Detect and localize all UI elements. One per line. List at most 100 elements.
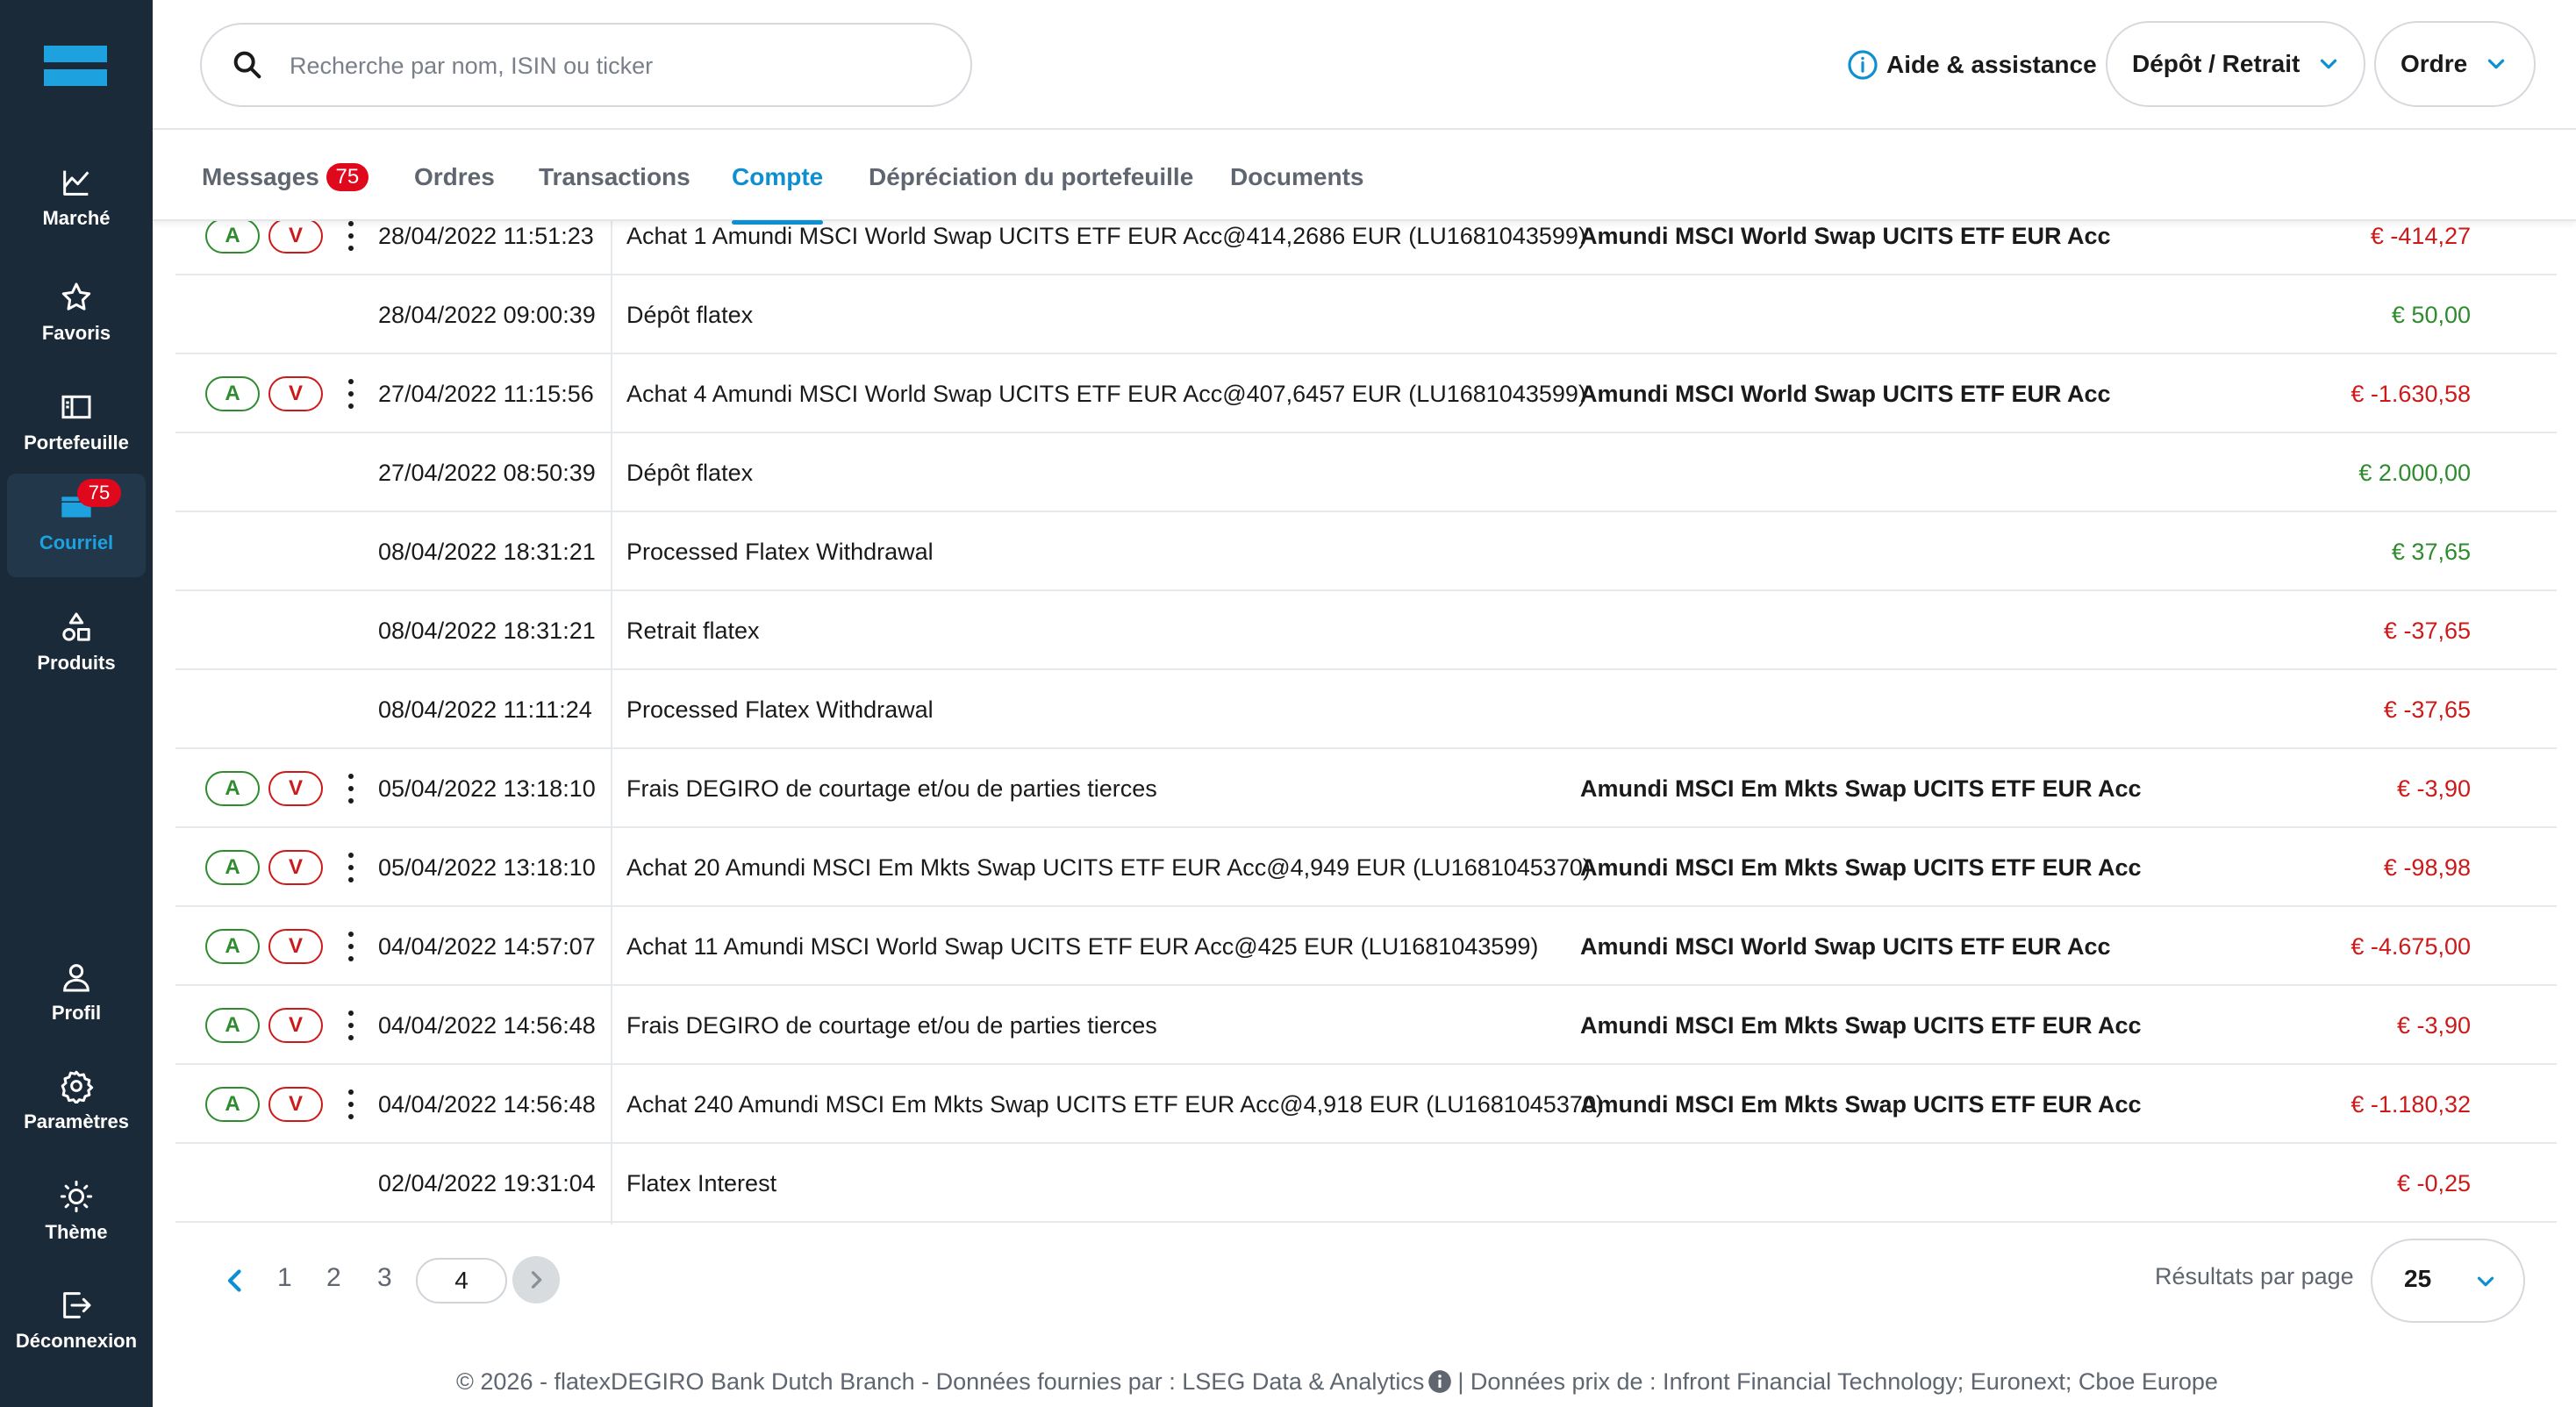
sidebar-item-theme[interactable]: Thème [7, 1163, 146, 1267]
more-options-icon[interactable] [342, 1009, 360, 1042]
row-amount: € -37,65 [2383, 618, 2471, 644]
chevron-right-icon [531, 1271, 542, 1289]
row-amount: € 6.000,00 [2358, 1223, 2471, 1225]
column-divider [611, 986, 612, 1063]
sidebar-item-parametres[interactable]: Paramètres [7, 1053, 146, 1156]
results-per-page-label: Résultats par page [2155, 1263, 2354, 1289]
column-divider [611, 1144, 612, 1221]
search-bar[interactable] [200, 23, 972, 107]
column-divider [611, 670, 612, 747]
sidebar-item-label: Profil [51, 1002, 102, 1024]
sidebar-item-produits[interactable]: Produits [7, 594, 146, 697]
buy-button[interactable]: A [205, 221, 260, 254]
ordre-button[interactable]: Ordre [2374, 21, 2536, 107]
column-divider [611, 591, 612, 668]
buy-button[interactable]: A [205, 850, 260, 885]
chevron-left-icon[interactable] [219, 1265, 251, 1296]
account-transactions-table: A V 28/04/2022 11:51:23 Achat 1 Amundi MSCI… [175, 221, 2557, 1225]
row-date: 27/04/2022 08:50:39 [378, 460, 596, 486]
sidebar-item-portefeuille[interactable]: Portefeuille [7, 374, 146, 477]
row-product: Amundi MSCI World Swap UCITS ETF EUR Acc [1580, 223, 2111, 249]
column-divider [611, 1065, 612, 1142]
sell-button[interactable]: V [268, 850, 323, 885]
row-description: Processed Flatex Withdrawal [626, 696, 934, 723]
buy-button[interactable]: A [205, 771, 260, 806]
page-link-1[interactable]: 1 [277, 1263, 292, 1293]
info-icon[interactable] [1428, 1369, 1452, 1394]
sell-button[interactable]: V [268, 771, 323, 806]
page-link-2[interactable]: 2 [326, 1263, 341, 1293]
buy-button[interactable]: A [205, 1008, 260, 1043]
sidebar-item-favoris[interactable]: Favoris [7, 264, 146, 368]
sidebar-item-marche[interactable]: Marché [7, 149, 146, 253]
sidebar-item-courriel[interactable]: 75 Courriel [7, 474, 146, 577]
more-options-icon[interactable] [342, 221, 360, 253]
row-date: 08/04/2022 11:11:24 [378, 696, 592, 723]
row-product: Amundi MSCI Em Mkts Swap UCITS ETF EUR A… [1580, 854, 2142, 881]
row-description: Frais DEGIRO de courtage et/ou de partie… [626, 1012, 1157, 1039]
buy-button[interactable]: A [205, 376, 260, 411]
table-row: A V 04/04/2022 14:56:48 Frais DEGIRO de cou… [175, 986, 2557, 1065]
sell-button[interactable]: V [268, 221, 323, 254]
results-per-page-value: 25 [2404, 1265, 2432, 1292]
help-link[interactable]: Aide & assistance [1846, 44, 2097, 86]
tab-bar: Messages 75 Ordres Transactions Compte Dé… [153, 132, 2576, 225]
sidebar-item-label: Produits [37, 652, 116, 674]
sidebar: Marché Favoris Portefeuille 75 Courriel … [0, 0, 153, 1407]
row-amount: € -98,98 [2383, 854, 2471, 881]
page-link-3[interactable]: 3 [377, 1263, 392, 1293]
buy-button[interactable]: A [205, 1087, 260, 1122]
sell-button[interactable]: V [268, 1008, 323, 1043]
user-icon [63, 964, 89, 992]
more-options-icon[interactable] [342, 772, 360, 805]
row-amount: € -0,25 [2396, 1170, 2471, 1196]
tab-transactions[interactable]: Transactions [539, 163, 691, 221]
column-divider [611, 433, 612, 511]
tab-messages[interactable]: Messages 75 [202, 163, 369, 221]
sidebar-item-label: Favoris [41, 322, 111, 344]
row-amount: € -414,27 [2370, 223, 2471, 249]
sell-button[interactable]: V [268, 1087, 323, 1122]
row-date: 05/04/2022 13:18:10 [378, 775, 596, 802]
results-per-page-select[interactable]: 25 [2371, 1239, 2525, 1323]
portfolio-icon [61, 395, 91, 419]
sell-button[interactable]: V [268, 376, 323, 411]
column-divider [611, 221, 612, 274]
row-date: 28/04/2022 09:00:39 [378, 302, 596, 328]
tab-label: Ordres [414, 163, 495, 190]
row-description: Dépôt flatex [626, 302, 754, 328]
chevron-down-icon [2488, 59, 2505, 69]
sidebar-item-deconnexion[interactable]: Déconnexion [7, 1272, 146, 1375]
row-description: Achat 11 Amundi MSCI World Swap UCITS ET… [626, 933, 1539, 960]
search-input[interactable] [290, 40, 939, 91]
table-row: A V 28/04/2022 11:51:23 Achat 1 Amundi MSCI… [175, 221, 2557, 275]
row-description: Dépôt flatex [626, 460, 754, 486]
sidebar-item-profil[interactable]: Profil [7, 944, 146, 1047]
tab-documents[interactable]: Documents [1230, 163, 1363, 221]
column-divider [611, 354, 612, 432]
row-date: 28/04/2022 11:51:23 [378, 223, 594, 249]
tab-label: Compte [732, 163, 824, 190]
depot-retrait-button[interactable]: Dépôt / Retrait [2106, 21, 2365, 107]
messages-badge: 75 [326, 163, 369, 191]
tab-ordres[interactable]: Ordres [414, 163, 495, 221]
more-options-icon[interactable] [342, 1088, 360, 1121]
shapes-icon [62, 612, 90, 641]
row-date: 02/04/2022 19:31:04 [378, 1170, 596, 1196]
more-options-icon[interactable] [342, 851, 360, 884]
column-divider [611, 828, 612, 905]
flatex-degiro-logo[interactable] [44, 46, 107, 86]
more-options-icon[interactable] [342, 377, 360, 411]
more-options-icon[interactable] [342, 930, 360, 963]
current-page-input[interactable]: 4 [416, 1258, 507, 1303]
sell-button[interactable]: V [268, 929, 323, 964]
tab-depreciation-portefeuille[interactable]: Dépréciation du portefeuille [869, 163, 1193, 221]
gear-icon [61, 1070, 94, 1103]
row-amount: € 2.000,00 [2358, 460, 2471, 486]
tab-compte[interactable]: Compte [732, 163, 824, 225]
tab-label: Transactions [539, 163, 691, 190]
buy-button[interactable]: A [205, 929, 260, 964]
footer-price-data: | Données prix de : Infront Financial Te… [1457, 1368, 2218, 1395]
sidebar-item-label: Paramètres [24, 1111, 129, 1132]
next-page-button[interactable] [512, 1256, 560, 1303]
